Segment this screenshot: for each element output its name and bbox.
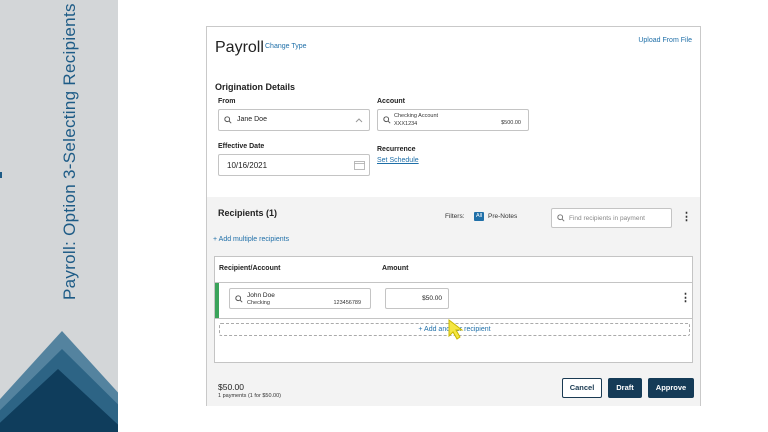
row-accent-bar bbox=[215, 283, 219, 318]
effective-date-value: 10/16/2021 bbox=[227, 161, 268, 170]
recipient-search-placeholder: Find recipients in payment bbox=[569, 215, 645, 222]
recipient-account-number: 123456789 bbox=[333, 300, 361, 306]
origination-heading: Origination Details bbox=[215, 82, 296, 92]
recipient-account-type: Checking bbox=[247, 300, 270, 306]
from-select[interactable]: Jane Doe bbox=[218, 109, 370, 131]
column-header-recipient: Recipient/Account bbox=[219, 265, 281, 272]
effective-date-label: Effective Date bbox=[218, 143, 265, 150]
amount-input[interactable]: $50.00 bbox=[385, 288, 449, 309]
account-select[interactable]: Checking Account XXX1234 $500.00 bbox=[377, 109, 529, 131]
account-number: XXX1234 bbox=[394, 121, 418, 127]
search-icon bbox=[224, 116, 232, 124]
account-label: Account bbox=[377, 98, 405, 105]
set-schedule-link[interactable]: Set Schedule bbox=[377, 157, 419, 164]
search-icon bbox=[383, 116, 391, 124]
payment-total: $50.00 bbox=[218, 382, 244, 392]
calendar-icon[interactable] bbox=[354, 160, 365, 170]
account-balance: $500.00 bbox=[501, 120, 521, 126]
recipients-heading: Recipients (1) bbox=[218, 208, 278, 218]
recipients-more-icon[interactable]: ⋮ bbox=[681, 212, 692, 223]
payments-summary: 1 payments (1 for $50.00) bbox=[218, 393, 281, 399]
recipient-select[interactable]: John Doe Checking 123456789 bbox=[229, 288, 371, 309]
recipient-search-input[interactable]: Find recipients in payment bbox=[551, 208, 672, 228]
from-label: From bbox=[218, 98, 236, 105]
row-more-icon[interactable]: ⋮ bbox=[680, 293, 691, 304]
change-type-link[interactable]: Change Type bbox=[265, 43, 307, 50]
filter-all-pill[interactable]: All bbox=[474, 212, 484, 221]
filter-prenotes[interactable]: Pre-Notes bbox=[488, 213, 517, 220]
cancel-button[interactable]: Cancel bbox=[562, 378, 602, 398]
filters-label: Filters: bbox=[445, 213, 465, 220]
recurrence-label: Recurrence bbox=[377, 146, 416, 153]
add-multiple-recipients-link[interactable]: + Add multiple recipients bbox=[213, 236, 289, 243]
divider bbox=[215, 282, 692, 283]
slide-title: Payroll: Option 3-Selecting Recipients bbox=[60, 3, 79, 300]
column-header-amount: Amount bbox=[382, 265, 409, 272]
recipient-name: John Doe bbox=[247, 292, 275, 299]
effective-date-field[interactable]: 10/16/2021 bbox=[218, 154, 370, 176]
side-tick bbox=[0, 172, 2, 178]
from-value: Jane Doe bbox=[237, 116, 267, 123]
amount-value: $50.00 bbox=[422, 295, 442, 302]
chevron-up-icon bbox=[355, 118, 363, 123]
payroll-window: Payroll Change Type Upload From File Ori… bbox=[206, 26, 701, 406]
mouse-cursor-icon bbox=[448, 318, 464, 340]
page-title: Payroll bbox=[215, 39, 264, 56]
recipients-table: Recipient/Account Amount John Doe Checki… bbox=[214, 256, 693, 363]
approve-button[interactable]: Approve bbox=[648, 378, 694, 398]
decorative-triangle-dark bbox=[0, 369, 118, 432]
upload-from-file-link[interactable]: Upload From File bbox=[638, 37, 692, 44]
side-panel: Payroll: Option 3-Selecting Recipients bbox=[0, 0, 118, 432]
account-name: Checking Account bbox=[394, 113, 439, 119]
search-icon bbox=[235, 294, 243, 303]
draft-button[interactable]: Draft bbox=[608, 378, 642, 398]
search-icon bbox=[557, 214, 565, 222]
